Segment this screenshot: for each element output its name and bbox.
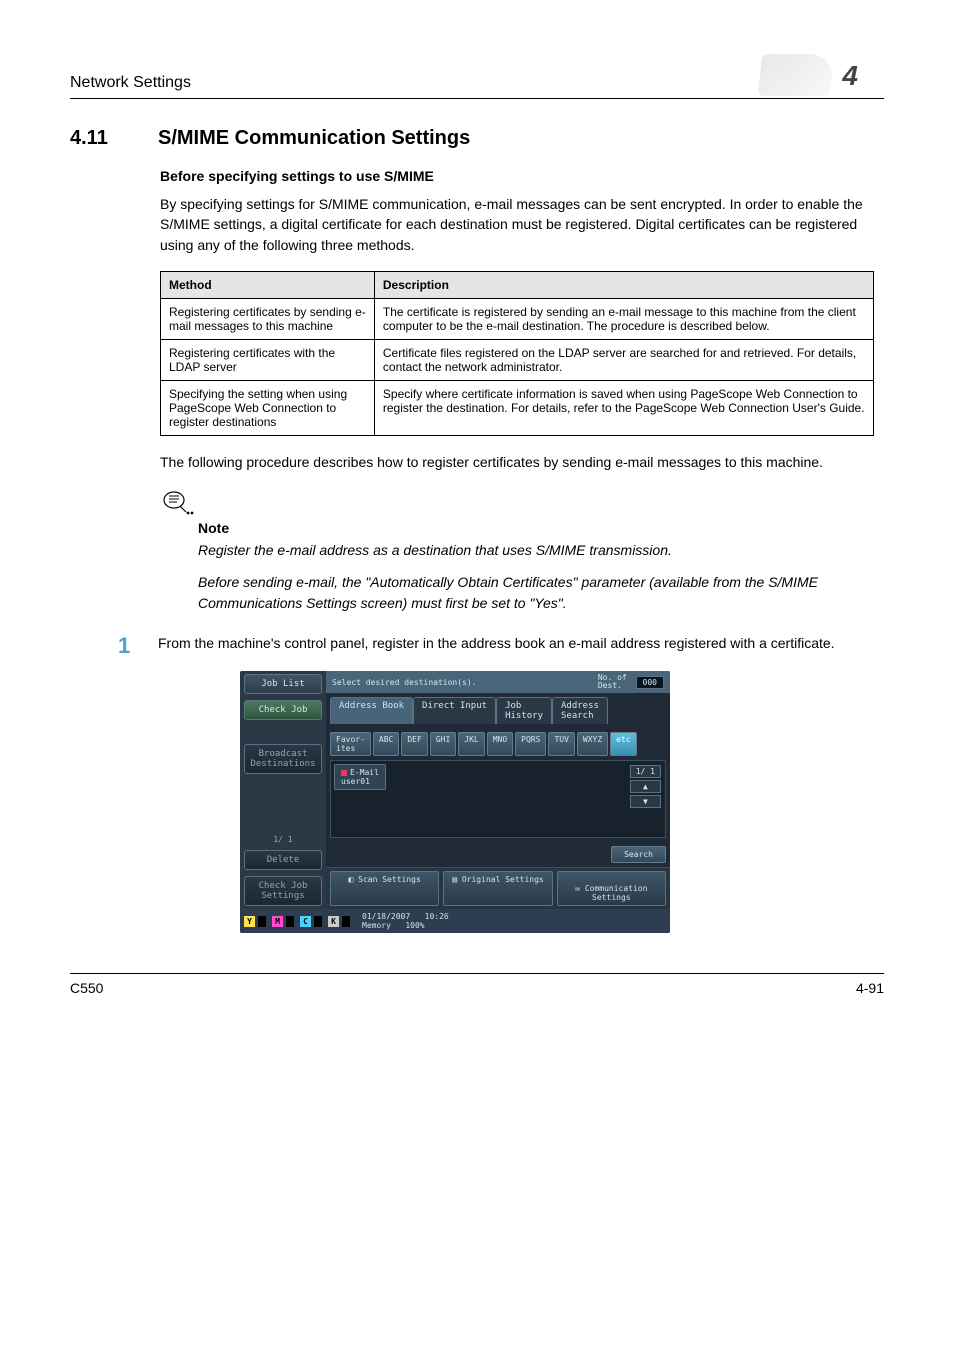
cell-desc: Certificate files registered on the LDAP…: [374, 339, 873, 380]
scan-icon: ◧: [349, 875, 359, 884]
destination-entry-user01[interactable]: E-Mail user01: [334, 764, 386, 790]
step-number-1: 1: [118, 633, 138, 659]
table-row: Registering certificates with the LDAP s…: [161, 339, 874, 380]
key-wxyz[interactable]: WXYZ: [577, 732, 608, 756]
header-section-label: Network Settings: [70, 74, 191, 92]
original-settings-label: Original Settings: [462, 875, 544, 884]
note-paragraph-1: Register the e-mail address as a destina…: [198, 540, 874, 560]
methods-table: Method Description Registering certifica…: [160, 271, 874, 436]
after-table-paragraph: The following procedure describes how to…: [160, 452, 874, 472]
cell-method: Registering certificates with the LDAP s…: [161, 339, 375, 380]
key-abc[interactable]: ABC: [373, 732, 399, 756]
key-favorites[interactable]: Favor- ites: [330, 732, 371, 756]
status-date: 01/18/2007: [362, 912, 410, 921]
dest-count-value: 000: [636, 676, 664, 689]
page-up-button[interactable]: ▲: [630, 780, 661, 793]
status-memory-value: 100%: [405, 921, 424, 930]
toner-y-icon: Y: [244, 916, 255, 927]
cell-method: Specifying the setting when using PageSc…: [161, 380, 375, 435]
topbar-prompt: Select desired destination(s).: [332, 678, 477, 687]
panel-status-bar: Y M C K 01/18/2007 10:26 Memory 100%: [240, 909, 670, 933]
tab-job-history[interactable]: Job History: [496, 697, 552, 724]
table-header-description: Description: [374, 271, 873, 298]
tab-address-search[interactable]: Address Search: [552, 697, 608, 724]
broadcast-destinations-button[interactable]: Broadcast Destinations: [244, 744, 322, 774]
table-row: Specifying the setting when using PageSc…: [161, 380, 874, 435]
toner-c-level: [314, 916, 322, 927]
subheading-before-specifying: Before specifying settings to use S/MIME: [160, 168, 874, 184]
original-icon: ▤: [452, 875, 462, 884]
toner-c-icon: C: [300, 916, 311, 927]
footer-page-number: 4-91: [856, 980, 884, 996]
note-heading: Note: [198, 520, 874, 536]
toner-m-icon: M: [272, 916, 283, 927]
tab-address-book[interactable]: Address Book: [330, 697, 413, 724]
status-time: 10:26: [425, 912, 449, 921]
step-1-text: From the machine's control panel, regist…: [158, 633, 835, 653]
scan-settings-button[interactable]: ◧ Scan Settings: [330, 871, 439, 906]
destination-list: E-Mail user01 1/ 1 ▲ ▼: [330, 760, 666, 838]
panel-sidebar: Job List Check Job Broadcast Destination…: [240, 671, 326, 909]
key-ghi[interactable]: GHI: [430, 732, 456, 756]
dest-count-label: No. of Dest.: [598, 674, 627, 690]
communication-settings-label: Communication Settings: [585, 884, 648, 902]
intro-paragraph: By specifying settings for S/MIME commun…: [160, 194, 874, 255]
cell-desc: Specify where certificate information is…: [374, 380, 873, 435]
entry-name: user01: [341, 777, 370, 786]
sidebar-page-indicator: 1/ 1: [244, 835, 322, 844]
note-icon: [160, 488, 194, 516]
control-panel-screenshot: Job List Check Job Broadcast Destination…: [240, 671, 670, 933]
original-settings-button[interactable]: ▤ Original Settings: [443, 871, 552, 906]
check-job-button[interactable]: Check Job: [244, 700, 322, 720]
tab-direct-input[interactable]: Direct Input: [413, 697, 496, 724]
job-list-tab[interactable]: Job List: [244, 674, 322, 694]
list-page-indicator: 1/ 1: [630, 765, 661, 778]
status-memory-label: Memory: [362, 921, 391, 930]
toner-k-level: [342, 916, 350, 927]
key-tuv[interactable]: TUV: [548, 732, 574, 756]
footer-model: C550: [70, 980, 103, 996]
communication-settings-button[interactable]: ✉ Communication Settings: [557, 871, 666, 906]
search-button[interactable]: Search: [611, 846, 666, 863]
toner-k-icon: K: [328, 916, 339, 927]
key-mno[interactable]: MNO: [487, 732, 513, 756]
chapter-number: 4: [842, 60, 884, 92]
section-number: 4.11: [70, 127, 140, 150]
cell-method: Registering certificates by sending e-ma…: [161, 298, 375, 339]
table-row: Registering certificates by sending e-ma…: [161, 298, 874, 339]
check-job-settings-button[interactable]: Check Job Settings: [244, 876, 322, 906]
email-icon: [341, 770, 347, 776]
entry-type: E-Mail: [350, 768, 379, 777]
key-etc[interactable]: etc: [610, 732, 636, 756]
delete-button[interactable]: Delete: [244, 850, 322, 870]
alpha-filter-row: Favor- ites ABC DEF GHI JKL MNO PQRS TUV…: [330, 732, 666, 756]
toner-y-level: [258, 916, 266, 927]
note-paragraph-2: Before sending e-mail, the "Automaticall…: [198, 572, 874, 613]
scan-settings-label: Scan Settings: [358, 875, 421, 884]
key-pqrs[interactable]: PQRS: [515, 732, 546, 756]
toner-m-level: [286, 916, 294, 927]
page-down-button[interactable]: ▼: [630, 795, 661, 808]
cell-desc: The certificate is registered by sending…: [374, 298, 873, 339]
section-title: S/MIME Communication Settings: [158, 127, 470, 150]
key-jkl[interactable]: JKL: [458, 732, 484, 756]
table-header-method: Method: [161, 271, 375, 298]
panel-topbar: Select desired destination(s). No. of De…: [326, 671, 670, 693]
comm-icon: ✉: [575, 884, 585, 893]
key-def[interactable]: DEF: [401, 732, 427, 756]
